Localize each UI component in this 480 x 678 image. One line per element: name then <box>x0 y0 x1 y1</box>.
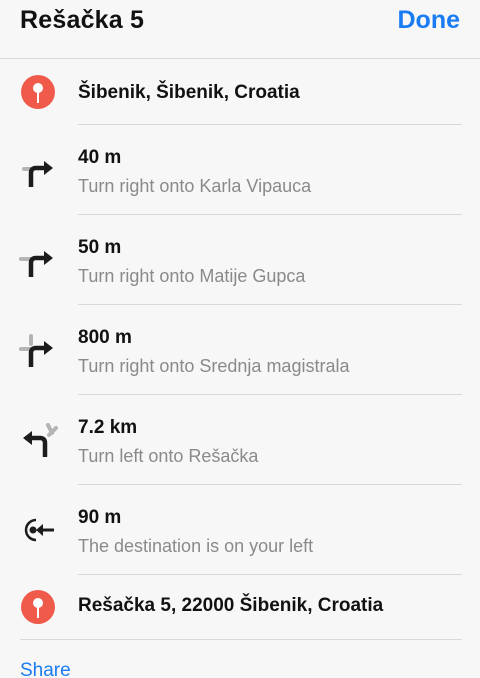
start-location-label: Šibenik, Šibenik, Croatia <box>78 82 300 103</box>
turn-right-icon <box>19 251 53 277</box>
directions-screen: Rešačka 5 Done Šibenik, Šibenik, Croatia… <box>0 0 480 678</box>
end-location-label: Rešačka 5, 22000 Šibenik, Croatia <box>78 595 384 616</box>
share-button[interactable]: Share <box>20 660 71 678</box>
direction-step[interactable]: 800 m Turn right onto Srednja magistrala <box>0 305 480 394</box>
turn-left-icon <box>23 423 58 457</box>
step-instruction: Turn right onto Matije Gupca <box>78 266 306 286</box>
done-button[interactable]: Done <box>398 6 461 35</box>
end-location-row[interactable]: Rešačka 5, 22000 Šibenik, Croatia <box>0 575 480 639</box>
step-instruction: The destination is on your left <box>78 536 314 556</box>
step-distance: 7.2 km <box>78 417 138 438</box>
header-bar: Rešačka 5 Done <box>0 0 480 59</box>
step-distance: 40 m <box>78 147 122 168</box>
step-distance: 90 m <box>78 507 122 528</box>
step-distance: 800 m <box>78 327 132 348</box>
step-distance: 50 m <box>78 237 122 258</box>
page-title: Rešačka 5 <box>20 6 145 34</box>
direction-step[interactable]: 7.2 km Turn left onto Rešačka <box>0 395 480 484</box>
location-pin-icon <box>21 590 55 624</box>
step-instruction: Turn right onto Srednja magistrala <box>78 356 350 376</box>
turn-right-icon <box>19 334 53 367</box>
direction-step[interactable]: 40 m Turn right onto Karla Vipauca <box>0 125 480 214</box>
step-instruction: Turn right onto Karla Vipauca <box>78 176 312 196</box>
direction-step[interactable]: 50 m Turn right onto Matije Gupca <box>0 215 480 304</box>
turn-right-icon <box>22 161 53 187</box>
step-instruction: Turn left onto Rešačka <box>78 446 259 466</box>
direction-step[interactable]: 90 m The destination is on your left <box>0 485 480 574</box>
location-pin-icon <box>21 75 55 109</box>
arrive-left-icon <box>24 518 54 542</box>
divider <box>20 639 462 640</box>
start-location-row[interactable]: Šibenik, Šibenik, Croatia <box>0 58 480 124</box>
